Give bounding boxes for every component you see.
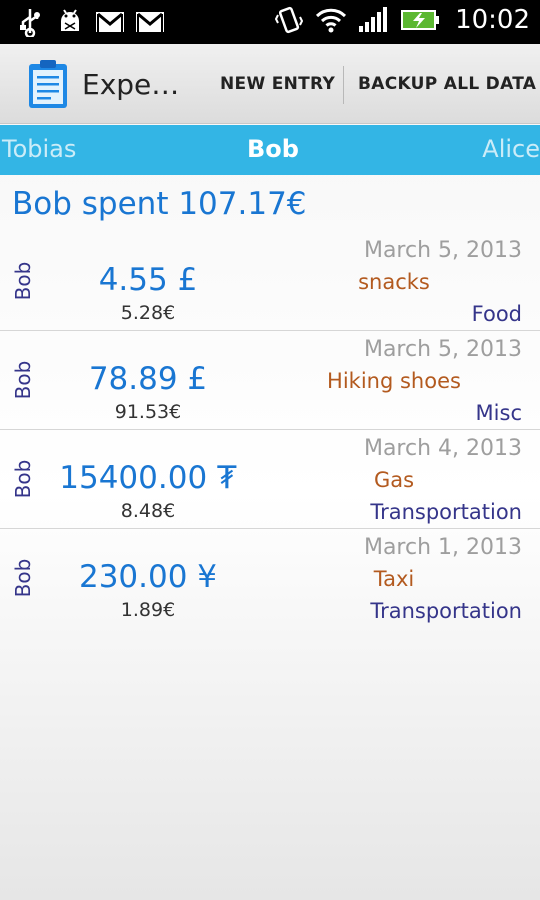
tab-alice[interactable]: Alice: [482, 135, 540, 163]
tab-bob[interactable]: Bob: [247, 135, 299, 163]
status-time: 10:02: [455, 5, 530, 35]
list-item[interactable]: Bob 4.55 £ 5.28€ March 5, 2013 snacks Fo…: [0, 232, 540, 331]
list-item[interactable]: Bob 78.89 £ 91.53€ March 5, 2013 Hiking …: [0, 331, 540, 430]
entry-date: March 4, 2013: [363, 436, 522, 461]
wifi-icon: [315, 4, 347, 36]
entry-amount: 15400.00 ₮: [59, 460, 237, 496]
entry-description: Taxi: [373, 567, 415, 591]
action-bar: Expe… NEW ENTRY BACKUP ALL DATA: [0, 44, 540, 124]
person-tabs: Tobias Bob Alice: [0, 125, 540, 175]
notification-icons: [14, 6, 166, 38]
gmail-icon: [134, 6, 166, 38]
entry-person: Bob: [11, 360, 35, 400]
entry-amount: 230.00 ¥: [78, 559, 218, 595]
entry-converted-amount: 5.28€: [120, 302, 176, 324]
tab-tobias[interactable]: Tobias: [2, 135, 76, 163]
backup-all-data-button[interactable]: BACKUP ALL DATA: [358, 44, 536, 124]
app-title[interactable]: Expe…: [82, 68, 179, 101]
entry-category: Transportation: [370, 599, 522, 623]
vibrate-icon: [273, 4, 305, 36]
new-entry-button[interactable]: NEW ENTRY: [220, 44, 335, 124]
entry-date: March 5, 2013: [363, 238, 522, 263]
entry-description: snacks: [358, 270, 430, 294]
entry-amount: 4.55 £: [98, 262, 198, 298]
status-bar: 10:02: [0, 0, 540, 44]
expense-list: Bob 4.55 £ 5.28€ March 5, 2013 snacks Fo…: [0, 232, 540, 628]
entry-converted-amount: 1.89€: [120, 599, 176, 621]
entry-person: Bob: [11, 558, 35, 598]
gmail-icon: [94, 6, 126, 38]
system-icons: 10:02: [273, 4, 530, 36]
entry-converted-amount: 8.48€: [120, 500, 176, 522]
entry-person: Bob: [11, 459, 35, 499]
entry-amount: 78.89 £: [88, 361, 208, 397]
list-item[interactable]: Bob 15400.00 ₮ 8.48€ March 4, 2013 Gas T…: [0, 430, 540, 529]
list-item[interactable]: Bob 230.00 ¥ 1.89€ March 1, 2013 Taxi Tr…: [0, 529, 540, 628]
spending-summary: Bob spent 107.17€: [12, 186, 307, 222]
entry-category: Transportation: [370, 500, 522, 524]
battery-charging-icon: [399, 4, 441, 36]
entry-date: March 1, 2013: [363, 535, 522, 560]
entry-date: March 5, 2013: [363, 337, 522, 362]
signal-icon: [357, 4, 389, 36]
entry-person: Bob: [11, 261, 35, 301]
entry-converted-amount: 91.53€: [114, 401, 182, 423]
usb-icon: [14, 6, 46, 38]
entry-description: Gas: [373, 468, 415, 492]
entry-category: Food: [471, 302, 522, 326]
action-divider: [343, 66, 344, 104]
entry-category: Misc: [475, 401, 522, 425]
entry-description: Hiking shoes: [327, 369, 461, 393]
android-debug-icon: [54, 6, 86, 38]
clipboard-icon[interactable]: [26, 58, 70, 110]
